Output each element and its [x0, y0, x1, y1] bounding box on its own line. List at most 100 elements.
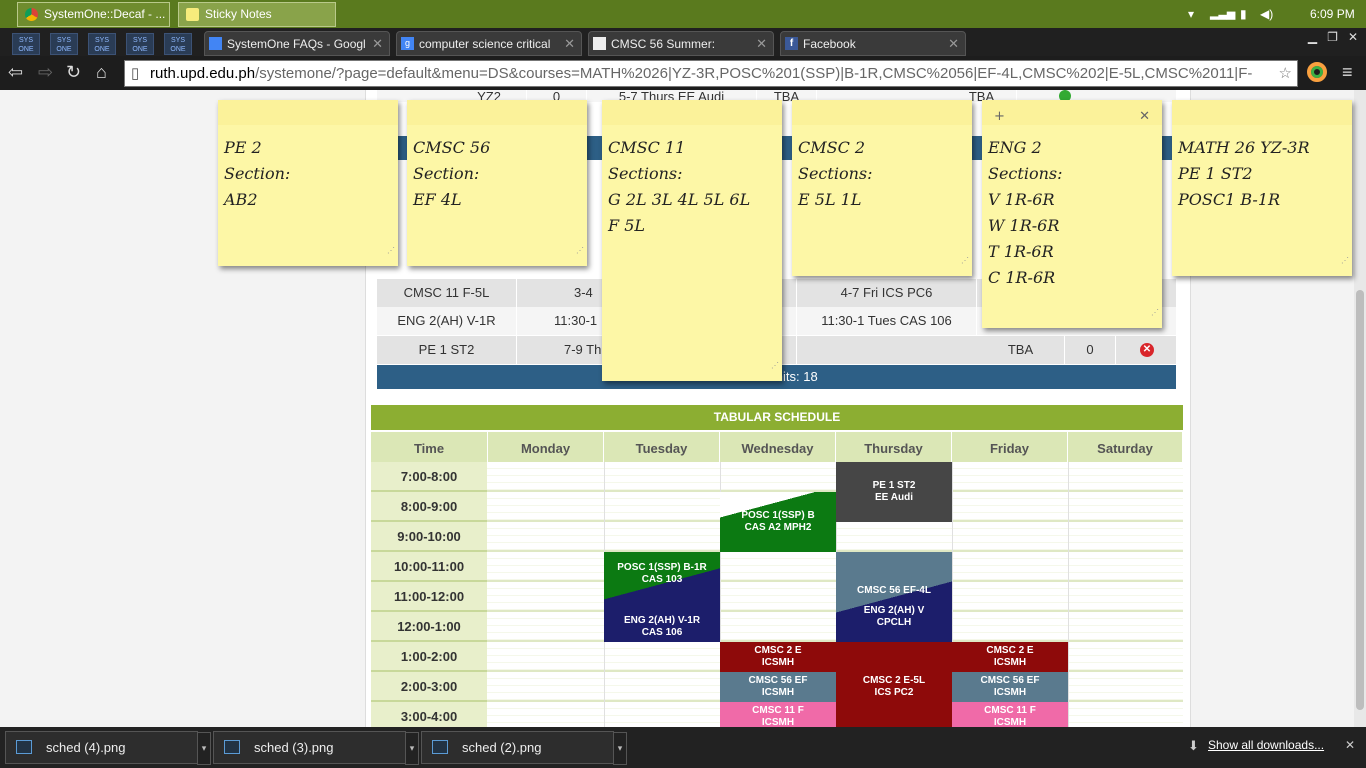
- pinned-tab[interactable]: SYS ONE: [50, 33, 78, 55]
- close-window-icon[interactable]: ✕: [1348, 30, 1358, 44]
- taskbar-sticky-notes-button[interactable]: Sticky Notes: [178, 2, 336, 27]
- sticky-title-bar[interactable]: [982, 100, 1162, 125]
- close-icon[interactable]: ✕: [1139, 104, 1150, 130]
- resize-grip-icon[interactable]: ⋰: [1341, 248, 1349, 274]
- block-course: ENG 2(AH) V-1R: [623, 615, 701, 626]
- scroll-thumb[interactable]: [1356, 290, 1364, 710]
- resize-grip-icon[interactable]: ⋰: [961, 248, 969, 274]
- schedule-block[interactable]: CMSC 11 F ICSMH: [720, 702, 836, 727]
- volume-icon[interactable]: ◀): [1260, 7, 1273, 21]
- resize-grip-icon[interactable]: ⋰: [771, 353, 779, 379]
- add-note-icon[interactable]: +: [994, 104, 1005, 130]
- chevron-down-icon[interactable]: ▾: [405, 732, 419, 765]
- sticky-note-pe2[interactable]: PE 2 Section: AB2 ⋰: [218, 100, 398, 266]
- remove-icon[interactable]: ✕: [1140, 343, 1154, 357]
- resize-grip-icon[interactable]: ⋰: [576, 238, 584, 264]
- sticky-line: CMSC 2: [798, 138, 866, 157]
- block-room: ICSMH: [993, 717, 1027, 727]
- sticky-line: Section:: [413, 164, 480, 183]
- bookmark-star-icon[interactable]: ☆: [1274, 61, 1292, 86]
- sticky-line: E 5L 1L: [798, 190, 862, 209]
- pinned-tab[interactable]: SYS ONE: [88, 33, 116, 55]
- block-room: CAS 103: [641, 574, 683, 585]
- tab-facebook[interactable]: f Facebook ✕: [780, 31, 966, 56]
- schedule-block[interactable]: CMSC 56 EF ICSMH: [720, 672, 836, 702]
- pinned-tab[interactable]: SYS ONE: [164, 33, 192, 55]
- sticky-note-cmsc11[interactable]: CMSC 11 Sections: G 2L 3L 4L 5L 6L F 5L …: [602, 100, 782, 381]
- taskbar-chrome-button[interactable]: SystemOne::Decaf - ...: [17, 2, 170, 27]
- download-item[interactable]: sched (4).png ▾: [5, 731, 211, 765]
- close-tab-icon[interactable]: ✕: [948, 32, 959, 55]
- block-room: CAS A2 MPH2: [744, 522, 812, 533]
- chevron-down-icon[interactable]: ▾: [613, 732, 627, 765]
- page-info-icon[interactable]: ▯: [131, 61, 139, 86]
- close-tab-icon[interactable]: ✕: [372, 32, 383, 55]
- clock[interactable]: 6:09 PM: [1310, 7, 1355, 21]
- battery-icon[interactable]: ▮: [1240, 7, 1247, 21]
- sticky-line: C 1R-6R: [988, 268, 1056, 287]
- schedule-block[interactable]: CMSC 2 E ICSMH: [720, 642, 836, 672]
- forward-arrow-icon[interactable]: ⇨: [38, 62, 53, 82]
- time-label: 12:00-1:00: [371, 612, 487, 642]
- time-label: 2:00-3:00: [371, 672, 487, 702]
- sticky-line: AB2: [224, 190, 258, 209]
- sticky-line: F 5L: [608, 216, 645, 235]
- sticky-note-math26[interactable]: MATH 26 YZ-3R PE 1 ST2 POSC1 B-1R ⋰: [1172, 100, 1352, 276]
- tabular-schedule: Time Monday Tuesday Wednesday Thursday F…: [371, 432, 1183, 732]
- schedule-block[interactable]: CMSC 2 E ICSMH: [952, 642, 1068, 672]
- chevron-down-icon[interactable]: ▾: [197, 732, 211, 765]
- close-tab-icon[interactable]: ✕: [564, 32, 575, 55]
- schedule-block[interactable]: CMSC 11 F ICSMH: [952, 702, 1068, 727]
- sticky-line: T 1R-6R: [988, 242, 1054, 261]
- close-tab-icon[interactable]: ✕: [756, 32, 767, 55]
- sticky-line: CMSC 11: [608, 138, 686, 157]
- back-arrow-icon[interactable]: ⇦: [8, 62, 23, 82]
- sticky-title-bar[interactable]: [602, 100, 782, 125]
- schedule-block[interactable]: POSC 1(SSP) B-1R CAS 103: [604, 552, 720, 612]
- sticky-line: CMSC 56: [413, 138, 491, 157]
- sticky-title-bar[interactable]: [218, 100, 398, 125]
- resize-grip-icon[interactable]: ⋰: [1151, 300, 1159, 326]
- restore-icon[interactable]: ❐: [1327, 30, 1338, 44]
- tab-label: SystemOne FAQs - Googl: [227, 37, 366, 51]
- schedule-block[interactable]: POSC 1(SSP) B CAS A2 MPH2: [720, 492, 836, 552]
- schedule-block[interactable]: ENG 2(AH) V-1R CAS 106: [604, 612, 720, 642]
- schedule-block[interactable]: CMSC 56 EF ICSMH: [952, 672, 1068, 702]
- pinned-tab[interactable]: SYS ONE: [12, 33, 40, 55]
- sticky-notes-icon: [186, 8, 199, 21]
- extension-icon[interactable]: [1307, 62, 1327, 82]
- show-all-downloads-link[interactable]: Show all downloads...: [1208, 738, 1324, 752]
- resize-grip-icon[interactable]: ⋰: [387, 238, 395, 264]
- close-downloads-icon[interactable]: ✕: [1345, 738, 1355, 752]
- sticky-line: Sections:: [988, 164, 1063, 183]
- sticky-note-cmsc2[interactable]: CMSC 2 Sections: E 5L 1L ⋰: [792, 100, 972, 276]
- address-bar[interactable]: ▯ ruth.upd.edu.ph/systemone/?page=defaul…: [124, 60, 1298, 87]
- sticky-note-eng2[interactable]: + ✕ ENG 2 Sections: V 1R-6R W 1R-6R T 1R…: [982, 100, 1162, 328]
- block-course: CMSC 11 F: [752, 705, 804, 716]
- pinned-tab[interactable]: SYS ONE: [126, 33, 154, 55]
- tab-cmsc-56-summer[interactable]: CMSC 56 Summer: ✕: [588, 31, 774, 56]
- schedule-block[interactable]: CMSC 56 EF-4L ENG 2(AH) V CPCLH: [836, 552, 952, 642]
- column-header: Thursday: [836, 432, 952, 462]
- sticky-title-bar[interactable]: [1172, 100, 1352, 125]
- minimize-icon[interactable]: ▁: [1308, 30, 1317, 44]
- tray-chevron-icon[interactable]: ▾: [1188, 7, 1194, 21]
- reload-icon[interactable]: ↻: [66, 62, 81, 82]
- scrollbar[interactable]: [1354, 90, 1366, 727]
- column-header: Saturday: [1068, 432, 1183, 462]
- tab-systemone-faqs[interactable]: SystemOne FAQs - Googl ✕: [204, 31, 390, 56]
- download-item[interactable]: sched (3).png ▾: [213, 731, 419, 765]
- block-room: ICSMH: [761, 657, 795, 668]
- tab-computer-science[interactable]: g computer science critical ✕: [396, 31, 582, 56]
- schedule-block[interactable]: PE 1 ST2 EE Audi: [836, 462, 952, 522]
- sticky-line: ENG 2: [988, 138, 1042, 157]
- sticky-title-bar[interactable]: [792, 100, 972, 125]
- menu-icon[interactable]: ≡: [1342, 62, 1353, 83]
- schedule-block[interactable]: CMSC 2 E-5L ICS PC2: [836, 642, 952, 732]
- sticky-title-bar[interactable]: [407, 100, 587, 125]
- home-icon[interactable]: ⌂: [96, 62, 107, 82]
- schedule-row: [487, 462, 1183, 492]
- download-item[interactable]: sched (2).png ▾: [421, 731, 627, 765]
- sticky-note-cmsc56[interactable]: CMSC 56 Section: EF 4L ⋰: [407, 100, 587, 266]
- signal-icon[interactable]: ▂▃▅: [1210, 7, 1235, 20]
